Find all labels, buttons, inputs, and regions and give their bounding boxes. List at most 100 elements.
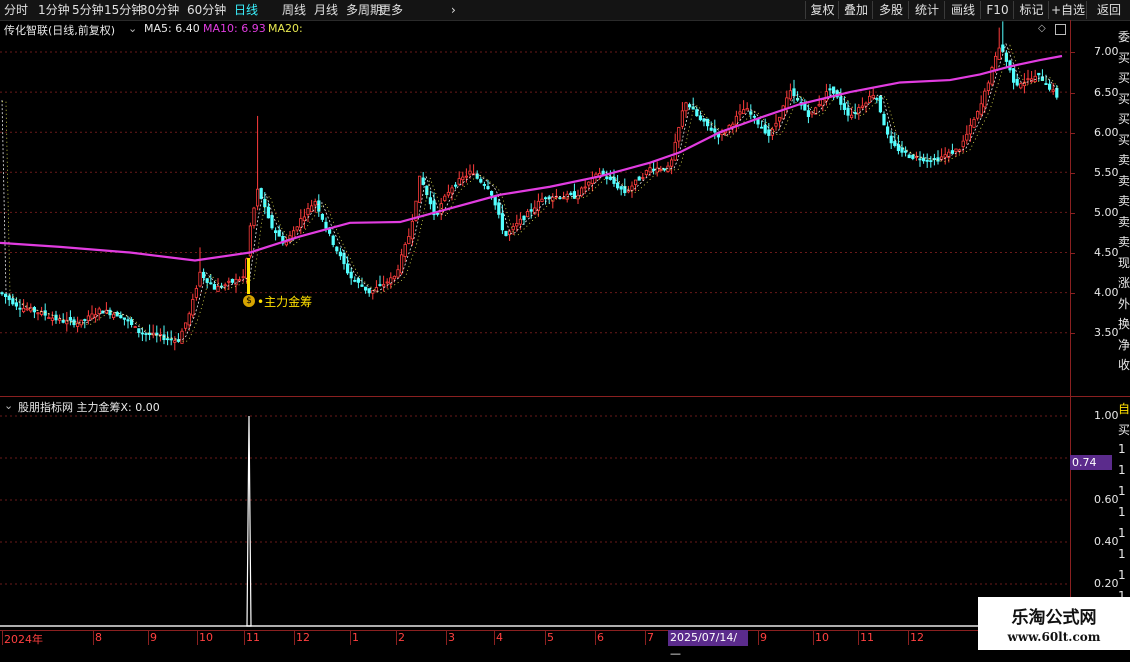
toolbar-button-0[interactable]: 复权 (805, 1, 839, 19)
candle-body (489, 190, 494, 196)
candle-body (569, 192, 573, 195)
candle-body (453, 184, 458, 187)
x-label: 6 (597, 631, 604, 644)
toolbar-button-2[interactable]: 多股 (872, 1, 909, 19)
y-tick: 5.50 (1094, 166, 1119, 179)
candle-body (428, 197, 433, 205)
x-label: 4 (496, 631, 503, 644)
candle-body (295, 226, 299, 231)
candle-body (479, 178, 483, 183)
period-toolbar: 分时 1分钟 5分钟 15分钟 30分钟 60分钟 日线 周线 月线 多周期 更多 › 复权 叠加 多股统… (0, 0, 1130, 21)
indicator-chart[interactable] (0, 397, 1070, 630)
toolbar-button-1[interactable]: 叠加 (838, 1, 873, 19)
edge-sub-label: 自 (1118, 402, 1130, 416)
period-1[interactable]: 1分钟 (38, 2, 70, 18)
candle-body (320, 213, 325, 220)
candle-body (345, 263, 350, 274)
x-tick-mark (858, 631, 859, 645)
candle-body (403, 244, 407, 257)
candle-body (50, 317, 55, 321)
toolbar-button-4[interactable]: 画线 (944, 1, 981, 19)
candle-body (871, 94, 875, 99)
candle-body (183, 322, 188, 329)
candle-body (886, 126, 890, 135)
toolbar-button-8[interactable]: 返回 (1086, 1, 1130, 19)
candle-body (1019, 83, 1023, 89)
y-tick-mark (1070, 333, 1075, 334)
period-3[interactable]: 15分钟 (104, 2, 143, 18)
candle-body (608, 176, 613, 180)
toolbar-button-5[interactable]: F10 (980, 1, 1014, 19)
watermark-title: 乐淘公式网 (1011, 608, 1097, 628)
candle-body (529, 209, 533, 212)
candle-body (637, 176, 641, 181)
candle-body (335, 246, 339, 252)
x-tick-mark (446, 631, 447, 645)
coin-icon: $ (243, 295, 255, 307)
candle-body (212, 284, 216, 290)
signal-bar (247, 258, 250, 294)
candle-body (115, 311, 119, 317)
candle-body (450, 187, 454, 194)
candle-body (21, 307, 26, 313)
period-6[interactable]: 日线 (234, 2, 258, 18)
period-0[interactable]: 分时 (4, 2, 28, 18)
sub-y-tick: 0.20 (1094, 577, 1119, 590)
period-5[interactable]: 60分钟 (187, 2, 226, 18)
candle-body (868, 95, 872, 103)
candle-body (616, 182, 620, 189)
candle-body (363, 286, 368, 291)
sub-y-tick: 0.60 (1094, 493, 1119, 506)
candle-body (353, 279, 357, 282)
more-arrow-icon[interactable]: › (451, 2, 456, 18)
x-label: 11 (860, 631, 874, 644)
candle-body (850, 114, 854, 118)
period-4[interactable]: 30分钟 (140, 2, 179, 18)
candle-body (241, 276, 245, 279)
toolbar-button-7[interactable]: +自选 (1048, 1, 1087, 19)
candle-body (201, 271, 206, 278)
period-8[interactable]: 月线 (314, 2, 338, 18)
candle-body (878, 95, 883, 113)
candle-body (457, 178, 461, 185)
period-9[interactable]: 多周期 (346, 2, 382, 18)
candle-body (522, 215, 526, 221)
candle-body (435, 212, 440, 215)
candle-body (713, 128, 717, 133)
candle-body (61, 319, 65, 323)
edge-sub-label: 1 (1118, 463, 1126, 477)
period-7[interactable]: 周线 (282, 2, 306, 18)
candle-body (475, 173, 479, 179)
candle-body (1055, 87, 1059, 98)
candle-body (407, 236, 411, 244)
toolbar-button-6[interactable]: 标记 (1013, 1, 1049, 19)
candle-body (47, 317, 51, 319)
candle-body (572, 191, 577, 199)
candle-body (399, 254, 404, 274)
candle-body (385, 281, 389, 284)
candle-body (306, 208, 310, 216)
toolbar-button-3[interactable]: 统计 (908, 1, 945, 19)
price-chart[interactable] (0, 20, 1070, 396)
edge-label: 买 (1118, 91, 1130, 106)
y-tick: 4.50 (1094, 246, 1119, 259)
candle-body (11, 298, 15, 305)
period-10[interactable]: 更多 (379, 2, 403, 18)
x-label: 12 (296, 631, 310, 644)
candle-body (709, 127, 713, 131)
candle-body (666, 165, 670, 172)
period-2[interactable]: 5分钟 (72, 2, 104, 18)
candle-body (443, 195, 447, 201)
candle-body (641, 177, 645, 179)
edge-sub-label: 1 (1118, 505, 1126, 519)
candle-body (670, 159, 674, 167)
candle-body (14, 302, 18, 307)
candle-body (482, 184, 487, 186)
candle-body (972, 119, 976, 128)
x-label: 1 (352, 631, 359, 644)
candle-body (209, 282, 213, 285)
cursor-date: 2025/07/14/— (668, 630, 748, 660)
x-label: 12 (910, 631, 924, 644)
candle-body (943, 154, 947, 158)
candle-body (68, 317, 72, 321)
